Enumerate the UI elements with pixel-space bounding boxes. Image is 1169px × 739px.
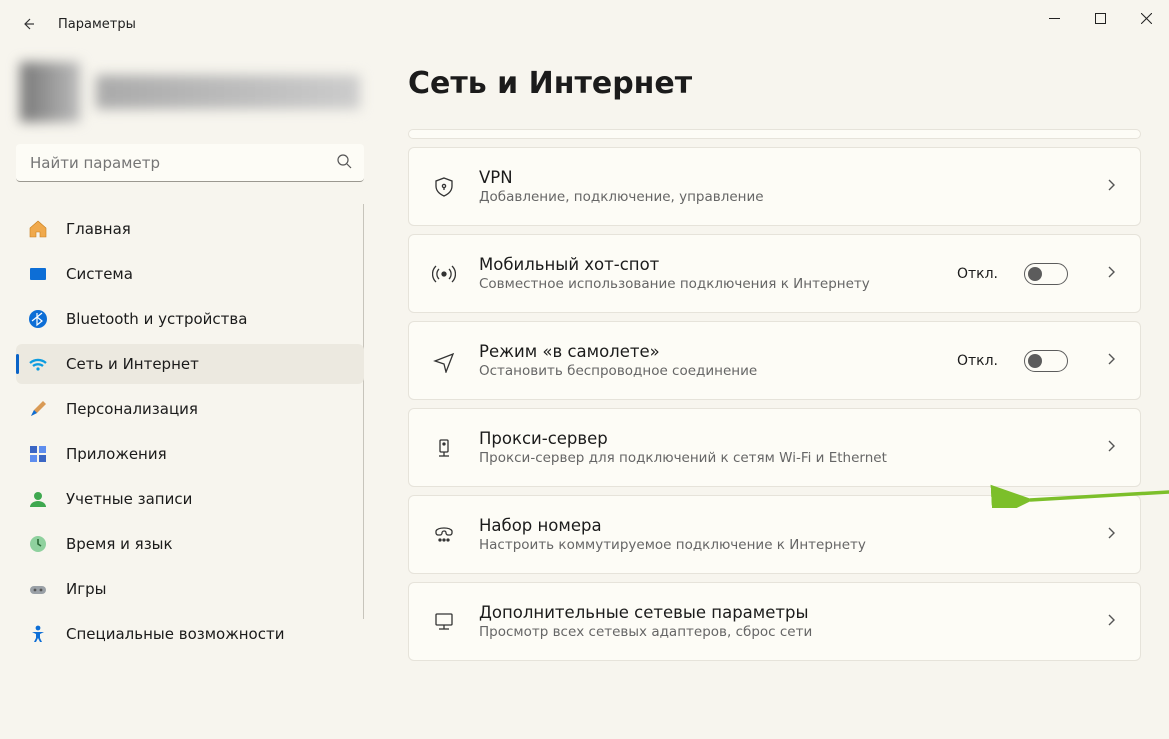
toggle-hotspot[interactable] — [1024, 263, 1068, 285]
sidebar-item-gaming[interactable]: Игры — [16, 569, 364, 609]
toggle-state: Откл. — [957, 353, 998, 369]
maximize-button[interactable] — [1077, 0, 1123, 36]
user-name-redacted — [96, 75, 360, 109]
hotspot-icon — [432, 262, 456, 286]
card-title: Набор номера — [479, 516, 1068, 535]
chevron-right-icon — [1104, 265, 1118, 279]
window-controls — [1031, 0, 1169, 36]
proxy-icon — [432, 436, 456, 460]
person-icon — [28, 489, 48, 509]
minimize-icon — [1049, 13, 1060, 24]
card-title: VPN — [479, 168, 1068, 187]
card-subtitle: Совместное использование подключения к И… — [479, 276, 935, 292]
brush-icon — [28, 399, 48, 419]
chevron-right-icon — [1104, 526, 1118, 540]
toggle-state: Откл. — [957, 266, 998, 282]
card-title: Прокси-сервер — [479, 429, 1068, 448]
gamepad-icon — [28, 579, 48, 599]
sidebar-item-accounts[interactable]: Учетные записи — [16, 479, 364, 519]
monitor-network-icon — [432, 610, 456, 634]
card-title: Мобильный хот-спот — [479, 255, 935, 274]
bluetooth-icon — [28, 309, 48, 329]
app-title: Параметры — [58, 17, 136, 32]
maximize-icon — [1095, 13, 1106, 24]
arrow-left-icon — [20, 16, 36, 32]
page-title: Сеть и Интернет — [408, 66, 1141, 101]
card-airplane-mode[interactable]: Режим «в самолете» Остановить беспроводн… — [408, 321, 1141, 400]
clock-globe-icon — [28, 534, 48, 554]
sidebar-item-apps[interactable]: Приложения — [16, 434, 364, 474]
nav: Главная Система Bluetooth и устройства С… — [16, 204, 364, 659]
airplane-icon — [432, 349, 456, 373]
toggle-airplane[interactable] — [1024, 350, 1068, 372]
card-vpn[interactable]: VPN Добавление, подключение, управление — [408, 147, 1141, 226]
card-subtitle: Настроить коммутируемое подключение к Ин… — [479, 537, 1068, 553]
card-hotspot[interactable]: Мобильный хот-спот Совместное использова… — [408, 234, 1141, 313]
search-input[interactable] — [16, 144, 364, 182]
card-dialup[interactable]: Набор номера Настроить коммутируемое под… — [408, 495, 1141, 574]
sidebar-item-label: Главная — [66, 220, 131, 238]
back-button[interactable] — [18, 14, 38, 34]
apps-icon — [28, 444, 48, 464]
sidebar-item-label: Учетные записи — [66, 490, 192, 508]
shield-icon — [432, 175, 456, 199]
sidebar-item-label: Приложения — [66, 445, 167, 463]
card-subtitle: Просмотр всех сетевых адаптеров, сброс с… — [479, 624, 1068, 640]
sidebar-item-label: Специальные возможности — [66, 625, 284, 643]
search-icon — [336, 153, 352, 169]
phone-icon — [432, 523, 456, 547]
sidebar-item-time-language[interactable]: Время и язык — [16, 524, 364, 564]
sidebar-item-label: Сеть и Интернет — [66, 355, 199, 373]
sidebar-item-label: Игры — [66, 580, 106, 598]
sidebar-item-system[interactable]: Система — [16, 254, 364, 294]
card-proxy[interactable]: Прокси-сервер Прокси-сервер для подключе… — [408, 408, 1141, 487]
close-button[interactable] — [1123, 0, 1169, 36]
user-block[interactable] — [16, 48, 364, 144]
sidebar-item-personalization[interactable]: Персонализация — [16, 389, 364, 429]
card-partial-top[interactable] — [408, 129, 1141, 139]
card-title: Режим «в самолете» — [479, 342, 935, 361]
minimize-button[interactable] — [1031, 0, 1077, 36]
chevron-right-icon — [1104, 178, 1118, 192]
chevron-right-icon — [1104, 613, 1118, 627]
sidebar-item-home[interactable]: Главная — [16, 209, 364, 249]
content: Сеть и Интернет VPN Добавление, подключе… — [380, 48, 1169, 739]
card-subtitle: Прокси-сервер для подключений к сетям Wi… — [479, 450, 1068, 466]
accessibility-icon — [28, 624, 48, 644]
search-box[interactable] — [16, 144, 364, 182]
avatar — [20, 62, 80, 122]
card-subtitle: Добавление, подключение, управление — [479, 189, 1068, 205]
sidebar-item-network[interactable]: Сеть и Интернет — [16, 344, 364, 384]
titlebar: Параметры — [0, 0, 1169, 48]
card-advanced-network[interactable]: Дополнительные сетевые параметры Просмот… — [408, 582, 1141, 661]
sidebar-item-accessibility[interactable]: Специальные возможности — [16, 614, 364, 654]
chevron-right-icon — [1104, 352, 1118, 366]
sidebar-item-label: Персонализация — [66, 400, 198, 418]
chevron-right-icon — [1104, 439, 1118, 453]
home-icon — [28, 219, 48, 239]
sidebar-item-label: Система — [66, 265, 133, 283]
sidebar-item-bluetooth[interactable]: Bluetooth и устройства — [16, 299, 364, 339]
sidebar: Главная Система Bluetooth и устройства С… — [0, 48, 380, 739]
sidebar-item-label: Bluetooth и устройства — [66, 310, 247, 328]
card-subtitle: Остановить беспроводное соединение — [479, 363, 935, 379]
system-icon — [28, 264, 48, 284]
wifi-icon — [28, 354, 48, 374]
close-icon — [1141, 13, 1152, 24]
sidebar-item-label: Время и язык — [66, 535, 173, 553]
card-title: Дополнительные сетевые параметры — [479, 603, 1068, 622]
